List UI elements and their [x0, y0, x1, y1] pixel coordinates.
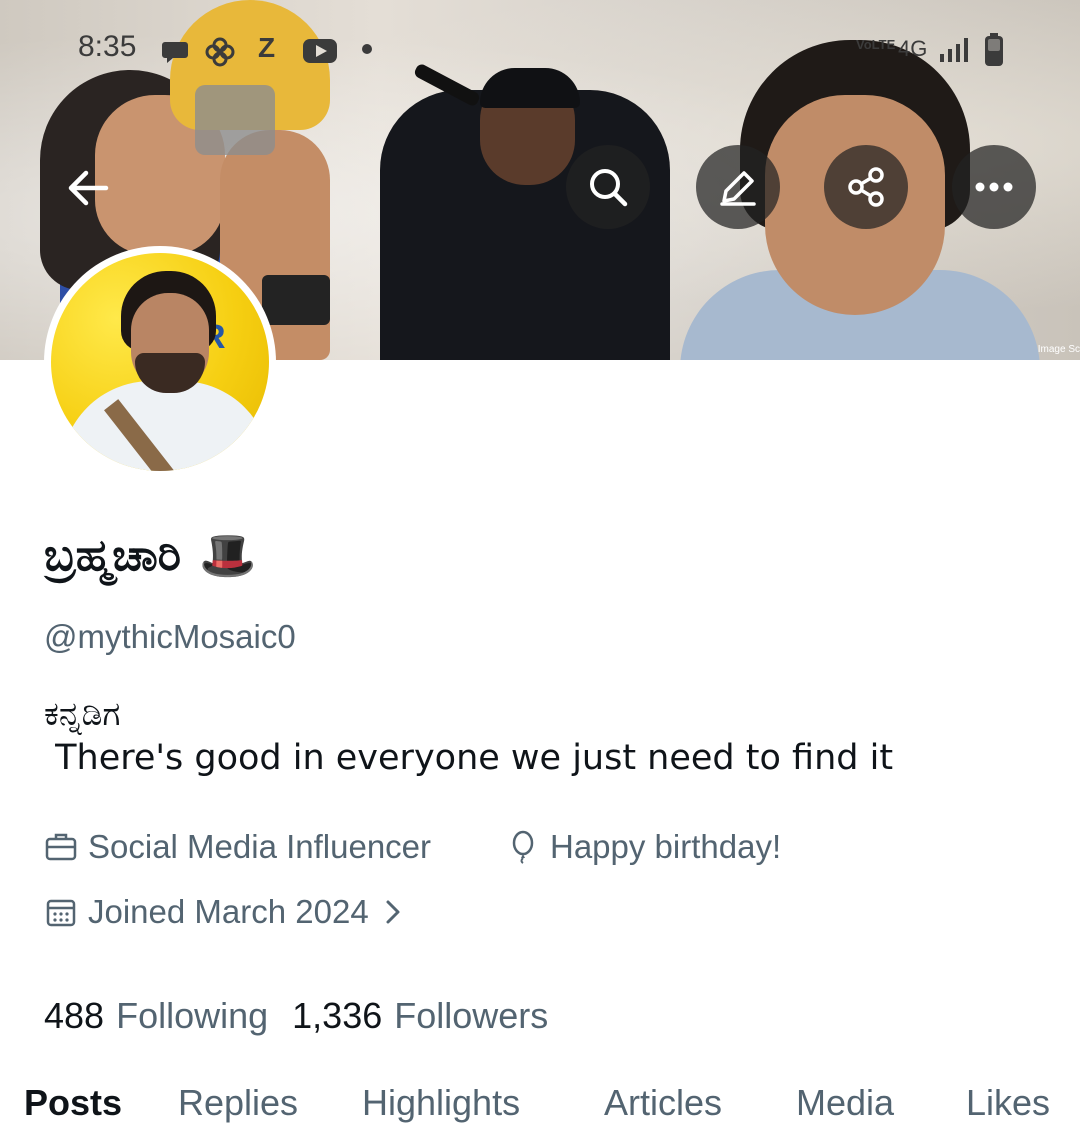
followers-label: Followers	[394, 995, 549, 1036]
signal-icon	[940, 38, 968, 62]
calendar-icon	[46, 899, 76, 927]
battery-icon	[985, 33, 1003, 66]
profession-text: Social Media Influencer	[88, 828, 432, 865]
following-link[interactable]: 488 Following	[44, 995, 268, 1037]
followers-link[interactable]: 1,336 Followers	[292, 995, 548, 1037]
follow-counts: 488 Following 1,336 Followers	[44, 995, 558, 1037]
avatar-body	[61, 381, 269, 471]
share-button[interactable]	[824, 145, 908, 229]
edit-icon	[720, 171, 756, 206]
display-name: ಬ್ರಹ್ಮಚಾರಿ	[44, 530, 182, 581]
profile-avatar[interactable]: R	[44, 246, 276, 478]
dot-icon	[362, 44, 372, 54]
status-bar: 8:35 Z VoLTE 4G	[0, 0, 1080, 100]
back-button[interactable]	[60, 160, 116, 216]
share-icon	[848, 167, 884, 207]
chat-bubble-icon	[162, 42, 188, 63]
z-icon: Z	[258, 32, 276, 63]
volte-indicator: VoLTE	[856, 37, 896, 52]
more-icon	[975, 182, 1013, 192]
back-arrow-icon	[68, 170, 109, 206]
briefcase-icon	[45, 833, 77, 861]
profile-tabs: Posts Replies Highlights Articles Media …	[0, 1082, 1080, 1142]
bio-line-2: There's good in everyone we just need to…	[44, 738, 894, 778]
pinwheel-icon	[205, 37, 235, 67]
avatar-image: R	[51, 253, 269, 471]
followers-count: 1,336	[292, 995, 383, 1036]
joined-item[interactable]: Joined March 2024	[44, 893, 405, 931]
youtube-icon	[303, 39, 337, 63]
edit-button[interactable]	[696, 145, 780, 229]
search-button[interactable]	[566, 145, 650, 229]
display-name-row: ಬ್ರಹ್ಮಚಾರಿ 🎩	[44, 528, 256, 583]
joined-text: Joined March 2024	[88, 893, 369, 930]
search-icon	[590, 169, 628, 207]
following-count: 488	[44, 995, 105, 1036]
user-handle: @mythicMosaic0	[44, 618, 296, 655]
top-hat-emoji: 🎩	[199, 528, 257, 582]
following-label: Following	[116, 995, 269, 1036]
status-time: 8:35	[78, 30, 137, 63]
image-credit: Image Sc	[1037, 344, 1080, 355]
balloon-icon	[512, 830, 534, 864]
banner-wristband	[262, 275, 330, 325]
bio-line-1: ಕನ್ನಡಿಗ	[44, 694, 121, 733]
birthday-text: Happy birthday!	[550, 828, 782, 865]
chevron-right-icon	[386, 900, 400, 924]
birthday-item: Happy birthday!	[506, 828, 781, 866]
network-type: 4G	[898, 36, 928, 61]
profession-item: Social Media Influencer	[44, 828, 431, 866]
more-button[interactable]	[952, 145, 1036, 229]
